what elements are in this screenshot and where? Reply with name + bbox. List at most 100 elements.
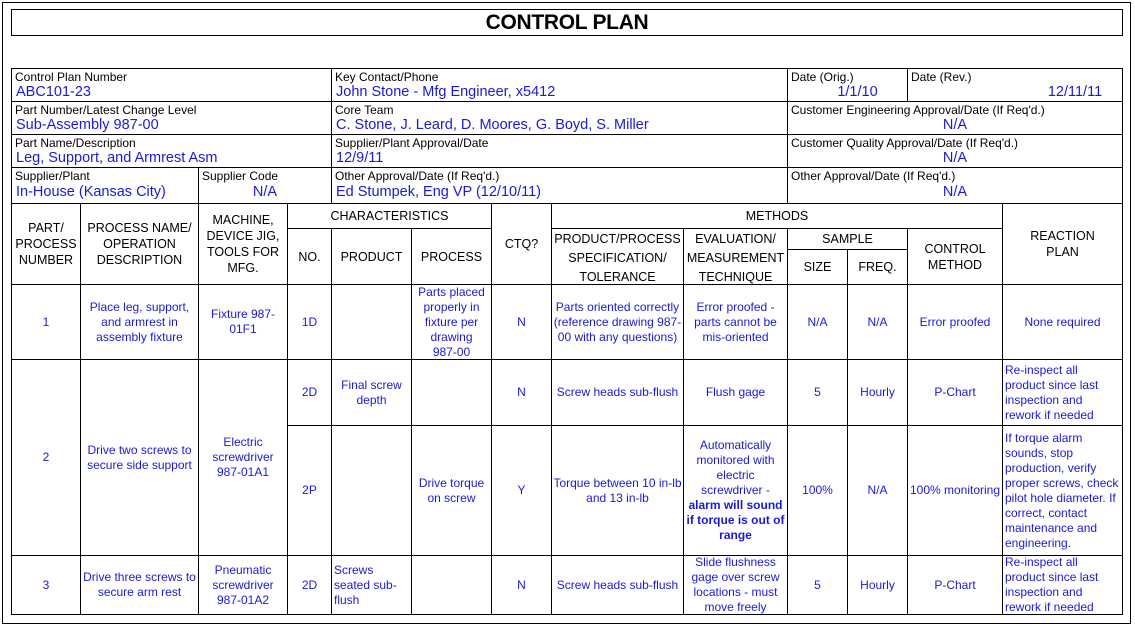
core-team-value: C. Stone, J. Leard, D. Moores, G. Boyd, … <box>336 117 649 133</box>
supplier-code-label: Supplier Code <box>202 169 279 183</box>
other-approval-2-value: N/A <box>942 184 968 200</box>
date-orig-label: Date (Orig.) <box>791 70 854 84</box>
row1-evaluation[interactable]: Error proofed - parts cannot be mis-orie… <box>683 284 788 360</box>
row2a-sample-size[interactable]: 5 <box>787 359 848 426</box>
row3-sample-freq[interactable]: Hourly <box>847 555 908 615</box>
key-contact-value: John Stone - Mfg Engineer, x5412 <box>336 84 556 100</box>
col-header-no: NO. <box>287 228 332 285</box>
row2a-ctq[interactable]: N <box>491 359 552 426</box>
customer-quality-approval-field[interactable]: Customer Quality Approval/Date (If Req'd… <box>787 134 1123 168</box>
row3-evaluation[interactable]: Slide flushness gage over screw location… <box>683 555 788 615</box>
col-header-evaluation: EVALUATION/ MEASUREMENT TECHNIQUE <box>683 228 788 285</box>
row3-reaction-plan[interactable]: Re-inspect all product since last inspec… <box>1002 555 1123 615</box>
col-header-ctq: CTQ? <box>491 203 552 285</box>
row2b-sample-size[interactable]: 100% <box>787 425 848 556</box>
row2a-control-method[interactable]: P-Chart <box>907 359 1003 426</box>
row3-control-method[interactable]: P-Chart <box>907 555 1003 615</box>
other-approval-2-field[interactable]: Other Approval/Date (If Req'd.) N/A <box>787 167 1123 204</box>
row2b-char-product[interactable] <box>331 425 412 556</box>
row3-sample-size[interactable]: 5 <box>787 555 848 615</box>
row2-part-number[interactable]: 2 <box>11 359 81 556</box>
row3-part-number[interactable]: 3 <box>11 555 81 615</box>
part-name-field[interactable]: Part Name/Description Leg, Support, and … <box>11 134 332 168</box>
row2b-sample-freq[interactable]: N/A <box>847 425 908 556</box>
control-plan-number-label: Control Plan Number <box>15 70 128 84</box>
row3-specification[interactable]: Screw heads sub-flush <box>551 555 684 615</box>
supplier-plant-field[interactable]: Supplier/Plant In-House (Kansas City) <box>11 167 199 204</box>
other-approval-label: Other Approval/Date (If Req'd.) <box>335 169 500 183</box>
row2b-evaluation-text: Automatically monitored with electric sc… <box>686 438 785 543</box>
row2a-reaction-plan[interactable]: Re-inspect all product since last inspec… <box>1002 359 1123 426</box>
key-contact-label: Key Contact/Phone <box>335 70 439 84</box>
row1-char-process[interactable]: Parts placed properly in fixture per dra… <box>411 284 492 360</box>
row1-control-method[interactable]: Error proofed <box>907 284 1003 360</box>
date-rev-field[interactable]: Date (Rev.) 12/11/11 <box>907 68 1123 102</box>
key-contact-field[interactable]: Key Contact/Phone John Stone - Mfg Engin… <box>331 68 788 102</box>
row2b-evaluation[interactable]: Automatically monitored with electric sc… <box>683 425 788 556</box>
col-header-part-process-number: PART/ PROCESS NUMBER <box>11 203 81 285</box>
part-name-label: Part Name/Description <box>15 136 136 150</box>
row1-part-number[interactable]: 1 <box>11 284 81 360</box>
row1-reaction-plan[interactable]: None required <box>1002 284 1123 360</box>
row2b-control-method[interactable]: 100% monitoring <box>907 425 1003 556</box>
row2a-char-product[interactable]: Final screw depth <box>331 359 412 426</box>
row2b-specification[interactable]: Torque between 10 in-lb and 13 in-lb <box>551 425 684 556</box>
customer-engineering-approval-label: Customer Engineering Approval/Date (If R… <box>791 103 1045 117</box>
customer-quality-approval-label: Customer Quality Approval/Date (If Req'd… <box>791 136 1019 150</box>
row2a-evaluation[interactable]: Flush gage <box>683 359 788 426</box>
col-header-product: PRODUCT <box>331 228 412 285</box>
col-header-process: PROCESS <box>411 228 492 285</box>
date-orig-value: 1/1/10 <box>837 84 878 100</box>
col-header-size: SIZE <box>787 249 848 285</box>
row2b-ctq[interactable]: Y <box>491 425 552 556</box>
core-team-label: Core Team <box>335 103 394 117</box>
customer-quality-approval-value: N/A <box>942 150 968 166</box>
col-header-methods: METHODS <box>551 203 1003 229</box>
col-header-reaction-plan: REACTION PLAN <box>1002 203 1123 285</box>
control-plan-number-value: ABC101-23 <box>16 84 91 100</box>
row2a-char-process[interactable] <box>411 359 492 426</box>
row3-char-no[interactable]: 2D <box>287 555 332 615</box>
row1-sample-size[interactable]: N/A <box>787 284 848 360</box>
row2b-evaluation-bold: alarm will sound if torque is out of ran… <box>686 498 785 542</box>
supplier-plant-approval-field[interactable]: Supplier/Plant Approval/Date 12/9/11 <box>331 134 788 168</box>
row1-specification[interactable]: Parts oriented correctly (reference draw… <box>551 284 684 360</box>
part-name-value: Leg, Support, and Armrest Asm <box>16 150 218 166</box>
row2a-char-no[interactable]: 2D <box>287 359 332 426</box>
date-orig-field[interactable]: Date (Orig.) 1/1/10 <box>787 68 908 102</box>
supplier-code-field[interactable]: Supplier Code N/A <box>198 167 332 204</box>
col-header-sample: SAMPLE <box>787 228 908 250</box>
row2a-sample-freq[interactable]: Hourly <box>847 359 908 426</box>
row3-process-name[interactable]: Drive three screws to secure arm rest <box>80 555 199 615</box>
part-number-field[interactable]: Part Number/Latest Change Level Sub-Asse… <box>11 101 332 135</box>
control-plan-number-field[interactable]: Control Plan Number ABC101-23 <box>11 68 332 102</box>
col-header-process-name: PROCESS NAME/ OPERATION DESCRIPTION <box>80 203 199 285</box>
customer-engineering-approval-field[interactable]: Customer Engineering Approval/Date (If R… <box>787 101 1123 135</box>
row1-sample-freq[interactable]: N/A <box>847 284 908 360</box>
row1-process-name[interactable]: Place leg, support, and armrest in assem… <box>80 284 199 360</box>
col-header-characteristics: CHARACTERISTICS <box>287 203 492 229</box>
row2-process-name[interactable]: Drive two screws to secure side support <box>80 359 199 556</box>
row2b-evaluation-normal: Automatically monitored with electric sc… <box>696 438 775 497</box>
row1-char-no[interactable]: 1D <box>287 284 332 360</box>
row3-char-process[interactable] <box>411 555 492 615</box>
other-approval-field[interactable]: Other Approval/Date (If Req'd.) Ed Stump… <box>331 167 788 204</box>
part-number-label: Part Number/Latest Change Level <box>15 103 197 117</box>
supplier-plant-approval-value: 12/9/11 <box>336 150 384 166</box>
row3-machine[interactable]: Pneumatic screwdriver 987-01A2 <box>198 555 288 615</box>
supplier-plant-value: In-House (Kansas City) <box>16 184 166 200</box>
row2b-char-no[interactable]: 2P <box>287 425 332 556</box>
row2b-char-process[interactable]: Drive torque on screw <box>411 425 492 556</box>
row1-char-product[interactable] <box>331 284 412 360</box>
core-team-field[interactable]: Core Team C. Stone, J. Leard, D. Moores,… <box>331 101 788 135</box>
row3-char-product[interactable]: Screws seated sub-flush <box>331 555 412 615</box>
row2-machine[interactable]: Electric screwdriver 987-01A1 <box>198 359 288 556</box>
row2a-specification[interactable]: Screw heads sub-flush <box>551 359 684 426</box>
supplier-plant-approval-label: Supplier/Plant Approval/Date <box>335 136 489 150</box>
row3-ctq[interactable]: N <box>491 555 552 615</box>
part-number-value: Sub-Assembly 987-00 <box>16 117 159 133</box>
date-rev-value: 12/11/11 <box>1047 84 1103 100</box>
row1-machine[interactable]: Fixture 987-01F1 <box>198 284 288 360</box>
row1-ctq[interactable]: N <box>491 284 552 360</box>
row2b-reaction-plan[interactable]: If torque alarm sounds, stop production,… <box>1002 425 1123 556</box>
